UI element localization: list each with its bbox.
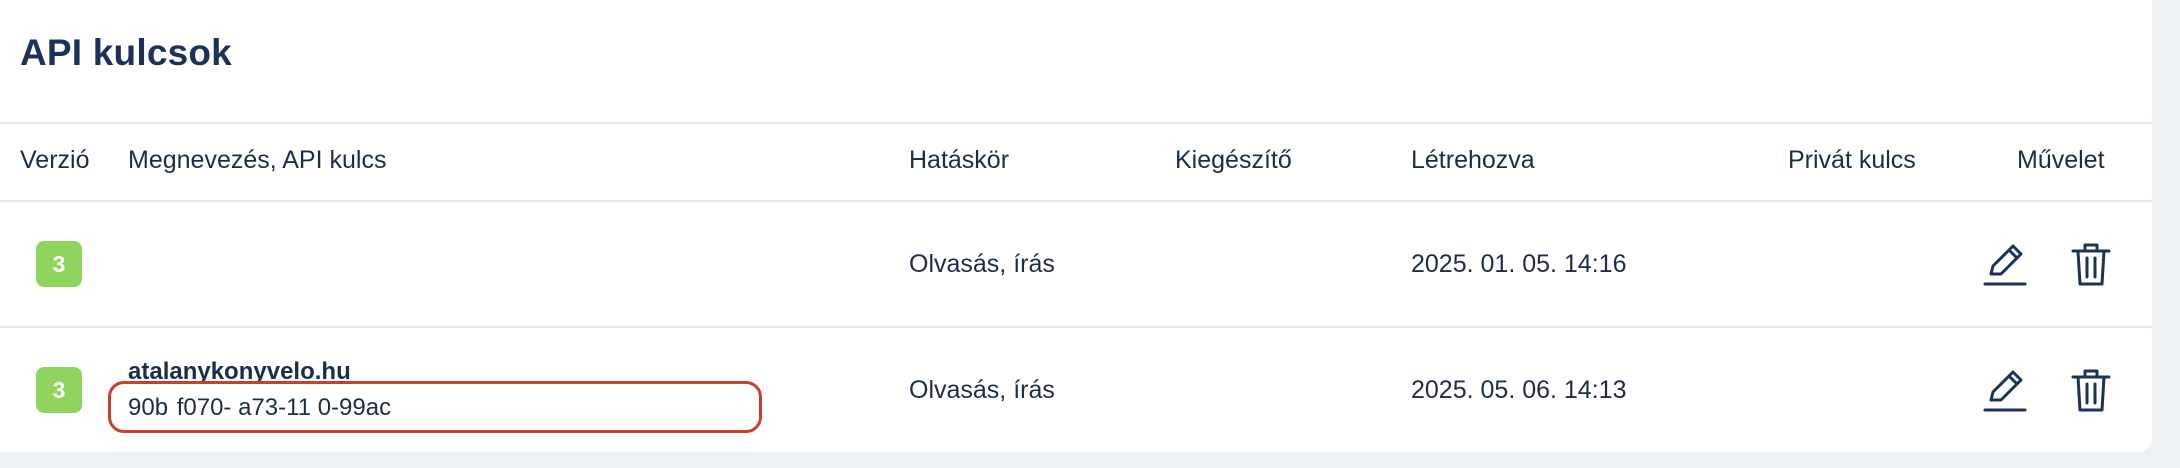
created-cell: 2025. 01. 05. 14:16 <box>1411 250 1627 278</box>
delete-button[interactable] <box>2067 366 2115 414</box>
scope-cell: Olvasás, írás <box>909 376 1055 404</box>
api-key-value[interactable]: 90b f070- a73-11 0-99ac <box>128 394 391 422</box>
column-header-extension[interactable]: Kiegészítő <box>1175 146 1292 175</box>
column-header-name-key[interactable]: Megnevezés, API kulcs <box>128 146 386 175</box>
version-badge: 3 <box>36 367 82 413</box>
version-badge: 3 <box>36 241 82 287</box>
divider <box>0 200 2152 202</box>
column-header-created[interactable]: Létrehozva <box>1411 146 1535 175</box>
edit-button[interactable] <box>1981 366 2029 414</box>
column-header-scope[interactable]: Hatáskör <box>909 146 1009 175</box>
created-cell: 2025. 05. 06. 14:13 <box>1411 376 1627 404</box>
divider <box>0 122 2152 124</box>
column-header-action: Művelet <box>2017 146 2105 174</box>
api-keys-card: API kulcsok Verzió Megnevezés, API kulcs… <box>0 0 2152 452</box>
column-header-version[interactable]: Verzió <box>20 146 89 175</box>
scope-cell: Olvasás, írás <box>909 250 1055 278</box>
column-header-private-key[interactable]: Privát kulcs <box>1788 146 1916 175</box>
edit-button[interactable] <box>1981 240 2029 288</box>
trash-icon <box>2071 243 2111 286</box>
trash-icon <box>2071 369 2111 412</box>
delete-button[interactable] <box>2067 240 2115 288</box>
divider <box>0 326 2152 328</box>
pencil-icon <box>1983 370 2027 412</box>
pencil-icon <box>1983 244 2027 286</box>
page-title: API kulcsok <box>20 32 232 73</box>
